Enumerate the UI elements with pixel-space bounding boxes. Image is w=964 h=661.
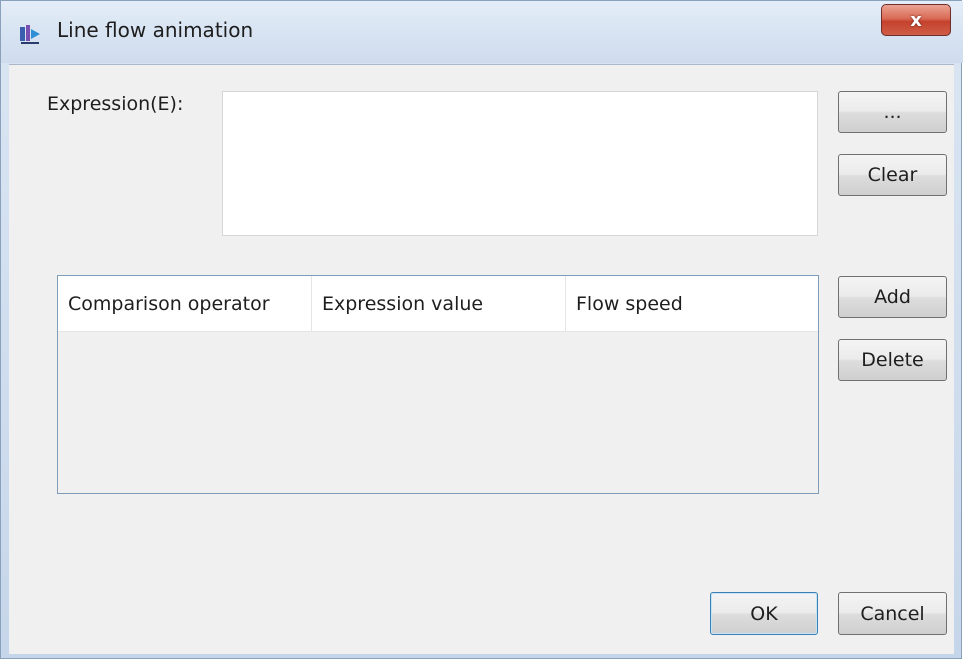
- clear-button[interactable]: Clear: [838, 154, 947, 196]
- cancel-button[interactable]: Cancel: [838, 592, 947, 635]
- close-icon: x: [910, 9, 922, 31]
- table-header: Comparison operator Expression value Flo…: [58, 276, 818, 332]
- condition-table[interactable]: Comparison operator Expression value Flo…: [57, 275, 819, 494]
- add-button[interactable]: Add: [838, 276, 947, 318]
- expression-label: Expression(E):: [47, 93, 184, 115]
- app-icon: [20, 25, 40, 44]
- dialog-window: Line flow animation x Expression(E): ...…: [0, 0, 963, 659]
- delete-button[interactable]: Delete: [838, 339, 947, 381]
- browse-button[interactable]: ...: [838, 91, 947, 133]
- close-button[interactable]: x: [881, 4, 951, 36]
- ok-button[interactable]: OK: [710, 592, 818, 635]
- window-title: Line flow animation: [57, 18, 254, 42]
- expression-input[interactable]: [222, 91, 818, 236]
- column-header-comparison-operator[interactable]: Comparison operator: [58, 276, 312, 331]
- column-header-flow-speed[interactable]: Flow speed: [566, 276, 818, 331]
- dialog-client-area: Expression(E): ... Clear Comparison oper…: [9, 64, 954, 654]
- column-header-expression-value[interactable]: Expression value: [312, 276, 566, 331]
- title-bar[interactable]: Line flow animation x: [1, 1, 963, 63]
